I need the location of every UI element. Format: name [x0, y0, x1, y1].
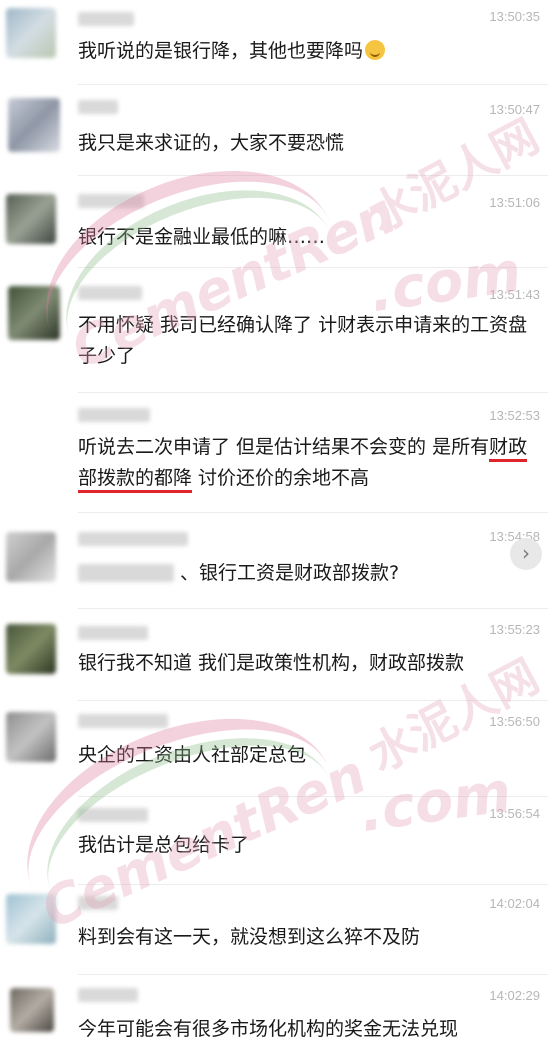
chat-message[interactable]: 13:51:43 不用怀疑 我司已经确认降了 计财表示申请来的工资盘子少了 — [0, 272, 548, 392]
message-text: 我只是来求证的，大家不要恐慌 — [78, 132, 345, 154]
sender-name-blurred — [78, 626, 148, 640]
chat-message[interactable]: 14:02:04 料到会有这一天，就没想到这么猝不及防 — [0, 888, 548, 974]
message-text: 银行不是金融业最低的嘛…… — [78, 226, 326, 248]
message-text-part: 讨价还价的余地不高 — [192, 467, 370, 489]
avatar[interactable] — [8, 98, 60, 152]
message-divider — [78, 796, 548, 797]
avatar[interactable] — [6, 194, 56, 244]
message-divider — [78, 84, 548, 85]
message-text-content: 我听说的是银行降，其他也要降吗 — [78, 40, 364, 62]
message-text: 央企的工资由人社部定总包 — [78, 744, 307, 766]
avatar[interactable] — [6, 894, 56, 944]
chat-message[interactable]: 13:52:53 听说去二次申请了 但是估计结果不会变的 是所有财政部拨款的都降… — [0, 396, 548, 506]
avatar[interactable] — [10, 988, 54, 1032]
message-text: 、银行工资是财政部拨款? — [180, 562, 400, 584]
message-text: 今年可能会有很多市场化机构的奖金无法兑现 — [78, 1018, 459, 1040]
message-text: 料到会有这一天，就没想到这么猝不及防 — [78, 926, 421, 948]
chat-message[interactable]: 13:51:06 银行不是金融业最低的嘛…… — [0, 180, 548, 264]
message-timestamp: 13:56:50 — [489, 714, 540, 729]
chat-message-list: 13:50:35 我听说的是银行降，其他也要降吗 13:50:47 我只是来求证… — [0, 0, 548, 1062]
sender-name-blurred — [78, 896, 118, 910]
sender-name-blurred — [78, 564, 174, 582]
message-text: 银行我不知道 我们是政策性机构，财政部拨款 — [78, 652, 465, 674]
chat-message[interactable]: 13:54:58 、银行工资是财政部拨款? — [0, 520, 548, 616]
sender-name-blurred — [78, 532, 188, 546]
sender-name-blurred — [78, 714, 168, 728]
message-timestamp: 13:56:54 — [489, 806, 540, 821]
avatar[interactable] — [8, 286, 60, 340]
message-divider — [78, 175, 548, 176]
chat-message[interactable]: 13:55:23 银行我不知道 我们是政策性机构，财政部拨款 — [0, 612, 548, 700]
message-timestamp: 13:50:35 — [489, 9, 540, 24]
chat-message[interactable]: 14:02:29 今年可能会有很多市场化机构的奖金无法兑现 — [0, 978, 548, 1062]
message-divider — [78, 608, 548, 609]
message-timestamp: 13:52:53 — [489, 408, 540, 423]
chevron-right-icon[interactable]: › — [510, 538, 542, 570]
message-divider — [78, 512, 548, 513]
message-text: 我估计是总包给卡了 — [78, 834, 250, 856]
chat-message[interactable]: 13:50:35 我听说的是银行降，其他也要降吗 — [0, 0, 548, 80]
sender-name-blurred — [78, 194, 144, 208]
sender-name-blurred — [78, 808, 148, 822]
message-divider — [78, 700, 548, 701]
avatar[interactable] — [6, 712, 56, 762]
message-text: 不用怀疑 我司已经确认降了 计财表示申请来的工资盘子少了 — [78, 314, 528, 367]
sender-name-blurred — [78, 286, 142, 300]
message-timestamp: 14:02:29 — [489, 988, 540, 1003]
sender-name-blurred — [78, 100, 118, 114]
message-text: 我听说的是银行降，其他也要降吗 — [78, 36, 538, 67]
sender-name-blurred — [78, 988, 138, 1002]
message-timestamp: 13:55:23 — [489, 622, 540, 637]
sender-name-blurred — [78, 12, 134, 26]
message-timestamp: 13:50:47 — [489, 102, 540, 117]
message-timestamp: 14:02:04 — [489, 896, 540, 911]
laughing-tears-emoji-icon — [365, 40, 386, 60]
message-divider — [78, 884, 548, 885]
message-text: 听说去二次申请了 但是估计结果不会变的 是所有财政部拨款的都降 讨价还价的余地不… — [78, 432, 533, 494]
avatar[interactable] — [6, 532, 56, 582]
message-divider — [78, 392, 548, 393]
avatar[interactable] — [6, 8, 56, 58]
chat-message[interactable]: 13:56:50 央企的工资由人社部定总包 — [0, 704, 548, 794]
message-timestamp: 13:51:43 — [489, 287, 540, 302]
message-timestamp: 13:51:06 — [489, 195, 540, 210]
message-divider — [78, 267, 548, 268]
message-divider — [78, 974, 548, 975]
sender-name-blurred — [78, 408, 150, 422]
chat-message[interactable]: 13:50:47 我只是来求证的，大家不要恐慌 — [0, 88, 548, 170]
chat-message[interactable]: 13:56:54 我估计是总包给卡了 — [0, 800, 548, 884]
message-text-part: 听说去二次申请了 但是估计结果不会变的 是所有 — [78, 436, 490, 458]
avatar[interactable] — [6, 624, 56, 674]
